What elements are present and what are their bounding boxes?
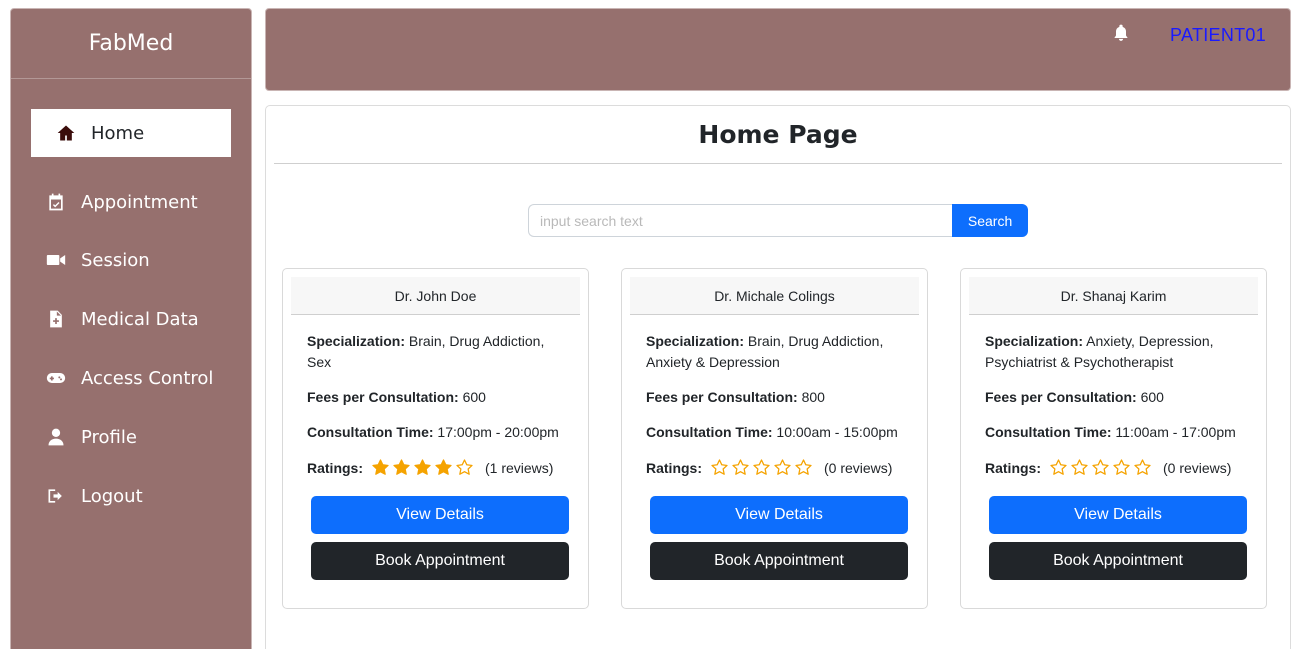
logout-icon xyxy=(45,485,67,507)
doctor-ratings: Ratings: (1 reviews) xyxy=(307,458,554,478)
doctor-card: Dr. Michale Colings Specialization: Brai… xyxy=(621,268,928,609)
doctor-ratings: Ratings: (0 reviews) xyxy=(646,458,893,478)
topbar: PATIENT01 xyxy=(265,8,1291,91)
sidebar-item-label: Medical Data xyxy=(81,308,199,330)
search-bar: Search xyxy=(528,204,1028,237)
doctor-fees: Fees per Consultation: 600 xyxy=(307,389,486,405)
sidebar-item-label: Appointment xyxy=(81,191,198,213)
doctor-card: Dr. John Doe Specialization: Brain, Drug… xyxy=(282,268,589,609)
gamepad-icon xyxy=(45,367,67,389)
sidebar-item-label: Logout xyxy=(81,485,143,507)
star-outline-icon xyxy=(1112,458,1133,478)
sidebar: FabMed Home Appointment Session Medical … xyxy=(10,8,252,649)
doctor-fees: Fees per Consultation: 800 xyxy=(646,389,825,405)
star-outline-icon xyxy=(455,458,476,478)
home-icon xyxy=(55,122,77,144)
main-panel: Home Page Search Dr. John Doe Specializa… xyxy=(265,105,1291,649)
doctor-consultation-time: Consultation Time: 11:00am - 17:00pm xyxy=(985,424,1236,440)
sidebar-item-appointment[interactable]: Appointment xyxy=(31,178,231,226)
star-outline-icon xyxy=(1091,458,1112,478)
sidebar-item-home[interactable]: Home xyxy=(31,109,231,157)
page-title: Home Page xyxy=(274,106,1282,164)
video-camera-icon xyxy=(45,249,67,271)
sidebar-item-label: Session xyxy=(81,249,150,271)
sidebar-item-profile[interactable]: Profile xyxy=(31,413,231,461)
sidebar-item-label: Profile xyxy=(81,426,137,448)
star-outline-icon xyxy=(773,458,794,478)
user-icon xyxy=(45,426,67,448)
doctor-specialization: Specialization: Brain, Drug Addiction, A… xyxy=(646,333,884,370)
doctor-ratings: Ratings: (0 reviews) xyxy=(985,458,1232,478)
file-medical-icon xyxy=(45,308,67,330)
doctor-name: Dr. Shanaj Karim xyxy=(969,277,1258,315)
doctor-name: Dr. John Doe xyxy=(291,277,580,315)
sidebar-item-label: Access Control xyxy=(81,367,214,389)
review-count: (1 reviews) xyxy=(485,460,554,476)
doctor-consultation-time: Consultation Time: 10:00am - 15:00pm xyxy=(646,424,898,440)
star-rating xyxy=(1049,458,1154,478)
star-filled-icon xyxy=(371,458,392,478)
star-outline-icon xyxy=(1133,458,1154,478)
doctor-specialization: Specialization: Anxiety, Depression, Psy… xyxy=(985,333,1214,370)
star-filled-icon xyxy=(392,458,413,478)
book-appointment-button[interactable]: Book Appointment xyxy=(650,542,908,580)
search-input[interactable] xyxy=(528,204,953,237)
doctor-specialization: Specialization: Brain, Drug Addiction, S… xyxy=(307,333,545,370)
star-filled-icon xyxy=(434,458,455,478)
star-outline-icon xyxy=(1049,458,1070,478)
sidebar-item-access-control[interactable]: Access Control xyxy=(31,354,231,402)
bell-icon[interactable] xyxy=(1111,23,1133,45)
review-count: (0 reviews) xyxy=(1163,460,1232,476)
star-filled-icon xyxy=(413,458,434,478)
doctor-name: Dr. Michale Colings xyxy=(630,277,919,315)
search-button[interactable]: Search xyxy=(952,204,1028,237)
view-details-button[interactable]: View Details xyxy=(650,496,908,534)
sidebar-item-medical-data[interactable]: Medical Data xyxy=(31,295,231,343)
sidebar-item-logout[interactable]: Logout xyxy=(31,472,231,520)
username-link[interactable]: PATIENT01 xyxy=(1170,25,1266,46)
book-appointment-button[interactable]: Book Appointment xyxy=(311,542,569,580)
view-details-button[interactable]: View Details xyxy=(989,496,1247,534)
brand-logo: FabMed xyxy=(11,9,251,79)
doctor-consultation-time: Consultation Time: 17:00pm - 20:00pm xyxy=(307,424,559,440)
star-outline-icon xyxy=(1070,458,1091,478)
star-rating xyxy=(371,458,476,478)
sidebar-item-session[interactable]: Session xyxy=(31,236,231,284)
star-outline-icon xyxy=(731,458,752,478)
sidebar-item-label: Home xyxy=(91,122,145,144)
view-details-button[interactable]: View Details xyxy=(311,496,569,534)
calendar-check-icon xyxy=(45,191,67,213)
doctor-fees: Fees per Consultation: 600 xyxy=(985,389,1164,405)
star-outline-icon xyxy=(710,458,731,478)
star-rating xyxy=(710,458,815,478)
star-outline-icon xyxy=(752,458,773,478)
star-outline-icon xyxy=(794,458,815,478)
book-appointment-button[interactable]: Book Appointment xyxy=(989,542,1247,580)
review-count: (0 reviews) xyxy=(824,460,893,476)
doctor-card: Dr. Shanaj Karim Specialization: Anxiety… xyxy=(960,268,1267,609)
